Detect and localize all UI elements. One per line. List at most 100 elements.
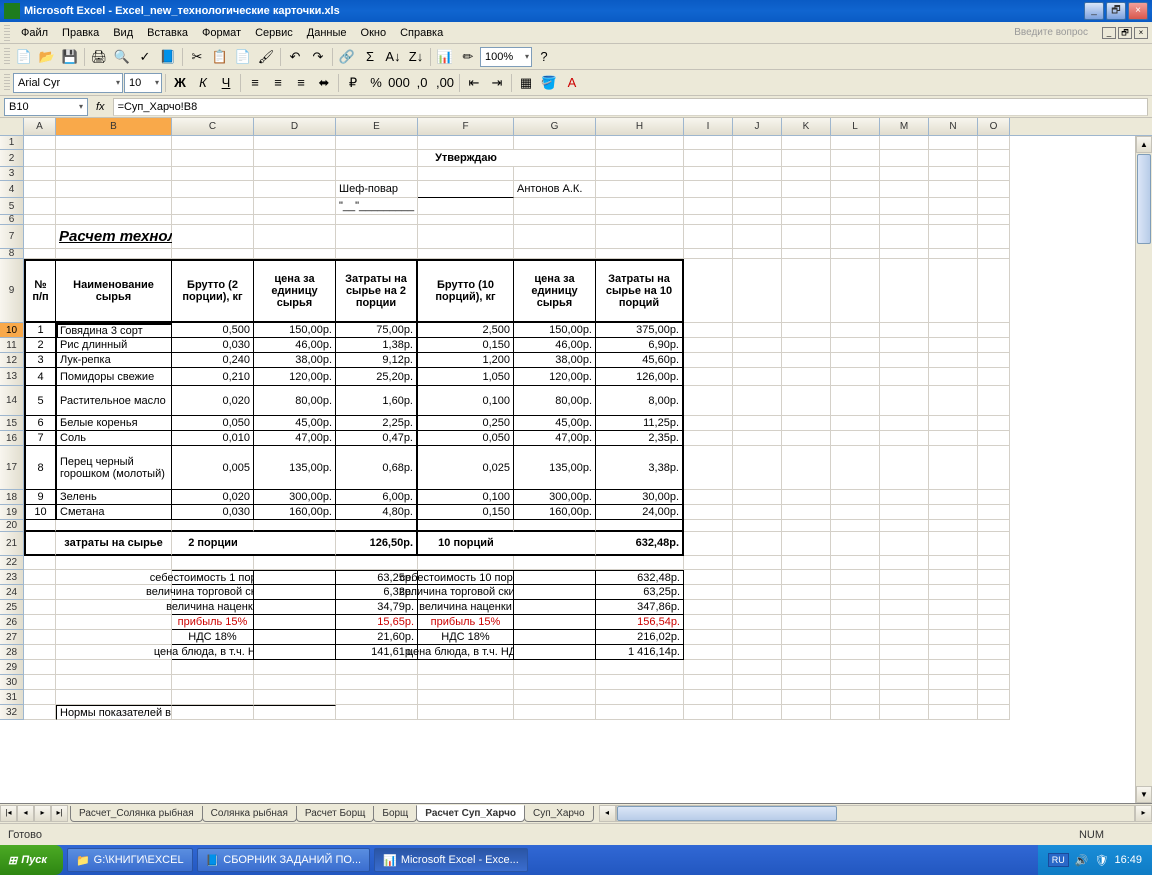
cell[interactable] bbox=[929, 520, 978, 532]
cell[interactable] bbox=[684, 556, 733, 570]
row-header[interactable]: 1 bbox=[0, 136, 24, 150]
cell[interactable] bbox=[596, 181, 684, 198]
cell[interactable] bbox=[596, 705, 684, 720]
cell[interactable] bbox=[24, 675, 56, 690]
cell[interactable]: 0,250 bbox=[418, 416, 514, 431]
cell[interactable] bbox=[56, 150, 172, 167]
cell[interactable] bbox=[733, 259, 782, 323]
cell[interactable] bbox=[831, 645, 880, 660]
cell[interactable] bbox=[782, 323, 831, 338]
row-header[interactable]: 10 bbox=[0, 323, 24, 338]
cell[interactable] bbox=[733, 368, 782, 386]
cell[interactable] bbox=[336, 690, 418, 705]
col-header[interactable]: K bbox=[782, 118, 831, 135]
cell[interactable]: 120,00р. bbox=[254, 368, 336, 386]
cell[interactable] bbox=[514, 660, 596, 675]
cell[interactable] bbox=[782, 446, 831, 490]
cell[interactable] bbox=[733, 150, 782, 167]
col-header[interactable]: D bbox=[254, 118, 336, 135]
cell[interactable] bbox=[514, 520, 596, 532]
cell[interactable]: величина торговой скидки bbox=[418, 585, 514, 600]
cell[interactable]: 135,00р. bbox=[254, 446, 336, 490]
cell[interactable]: цена за единицу сырья bbox=[254, 259, 336, 323]
save-icon[interactable]: 💾 bbox=[59, 46, 81, 68]
cell[interactable] bbox=[978, 490, 1010, 505]
cell[interactable] bbox=[684, 416, 733, 431]
cell[interactable] bbox=[831, 353, 880, 368]
cell[interactable] bbox=[880, 416, 929, 431]
cell[interactable] bbox=[684, 323, 733, 338]
cell[interactable] bbox=[418, 690, 514, 705]
cell[interactable] bbox=[978, 446, 1010, 490]
fx-icon[interactable]: fx bbox=[92, 101, 109, 113]
cell[interactable]: 2,25р. bbox=[336, 416, 418, 431]
menu-data[interactable]: Данные bbox=[300, 25, 354, 41]
cell[interactable] bbox=[514, 167, 596, 181]
cell[interactable] bbox=[978, 570, 1010, 585]
cell[interactable]: 0,010 bbox=[172, 431, 254, 446]
cell[interactable] bbox=[978, 249, 1010, 259]
cell[interactable] bbox=[254, 630, 336, 645]
cell[interactable] bbox=[418, 249, 514, 259]
cell[interactable]: "__"_________ 20___г. bbox=[336, 198, 418, 215]
cell[interactable]: 5 bbox=[24, 386, 56, 416]
cell[interactable]: Утверждаю bbox=[418, 150, 514, 167]
cell[interactable] bbox=[880, 323, 929, 338]
cell[interactable] bbox=[418, 181, 514, 198]
cell[interactable]: 6,00р. bbox=[336, 490, 418, 505]
cell[interactable]: 9 bbox=[24, 490, 56, 505]
cell[interactable] bbox=[514, 630, 596, 645]
cell[interactable] bbox=[831, 585, 880, 600]
cell[interactable] bbox=[56, 600, 172, 615]
row-header[interactable]: 21 bbox=[0, 532, 24, 556]
undo-icon[interactable]: ↶ bbox=[284, 46, 306, 68]
cell[interactable] bbox=[596, 198, 684, 215]
cell[interactable] bbox=[172, 660, 254, 675]
cell[interactable]: 0,210 bbox=[172, 368, 254, 386]
cell[interactable]: 7 bbox=[24, 431, 56, 446]
cell[interactable] bbox=[880, 225, 929, 249]
cell[interactable]: 1 bbox=[24, 323, 56, 338]
cell[interactable]: величина торговой скидки bbox=[172, 585, 254, 600]
cell[interactable] bbox=[684, 353, 733, 368]
cell[interactable] bbox=[831, 215, 880, 225]
cell[interactable] bbox=[978, 675, 1010, 690]
cell[interactable] bbox=[831, 259, 880, 323]
scroll-down-icon[interactable]: ▼ bbox=[1136, 786, 1152, 803]
cell[interactable] bbox=[929, 353, 978, 368]
cell[interactable]: 0,050 bbox=[172, 416, 254, 431]
cell[interactable] bbox=[782, 505, 831, 520]
row-header[interactable]: 8 bbox=[0, 249, 24, 259]
row-header[interactable]: 18 bbox=[0, 490, 24, 505]
open-icon[interactable]: 📂 bbox=[36, 46, 58, 68]
cell[interactable]: Белые коренья bbox=[56, 416, 172, 431]
cell[interactable] bbox=[172, 690, 254, 705]
cell[interactable] bbox=[596, 660, 684, 675]
cell[interactable] bbox=[24, 136, 56, 150]
cell[interactable] bbox=[172, 167, 254, 181]
cell[interactable]: 1,38р. bbox=[336, 338, 418, 353]
cell[interactable] bbox=[880, 705, 929, 720]
cell[interactable]: 160,00р. bbox=[514, 505, 596, 520]
cell[interactable] bbox=[336, 136, 418, 150]
cell[interactable] bbox=[831, 690, 880, 705]
cell[interactable] bbox=[596, 215, 684, 225]
spelling-icon[interactable]: ✓ bbox=[134, 46, 156, 68]
cell[interactable] bbox=[418, 136, 514, 150]
sort-asc-icon[interactable]: A↓ bbox=[382, 46, 404, 68]
cell[interactable] bbox=[978, 167, 1010, 181]
cell[interactable] bbox=[254, 215, 336, 225]
merge-icon[interactable]: ⬌ bbox=[313, 72, 335, 94]
cell[interactable] bbox=[929, 645, 978, 660]
cell[interactable] bbox=[929, 136, 978, 150]
cell[interactable] bbox=[733, 198, 782, 215]
cell[interactable] bbox=[978, 660, 1010, 675]
print-icon[interactable]: 🖨 bbox=[88, 46, 110, 68]
horizontal-scrollbar[interactable] bbox=[616, 805, 1135, 822]
zoom-combo[interactable]: 100% bbox=[480, 47, 532, 67]
cell[interactable]: 1,200 bbox=[418, 353, 514, 368]
cell[interactable] bbox=[978, 136, 1010, 150]
cell[interactable] bbox=[733, 690, 782, 705]
cell[interactable] bbox=[254, 150, 336, 167]
percent-icon[interactable]: % bbox=[365, 72, 387, 94]
